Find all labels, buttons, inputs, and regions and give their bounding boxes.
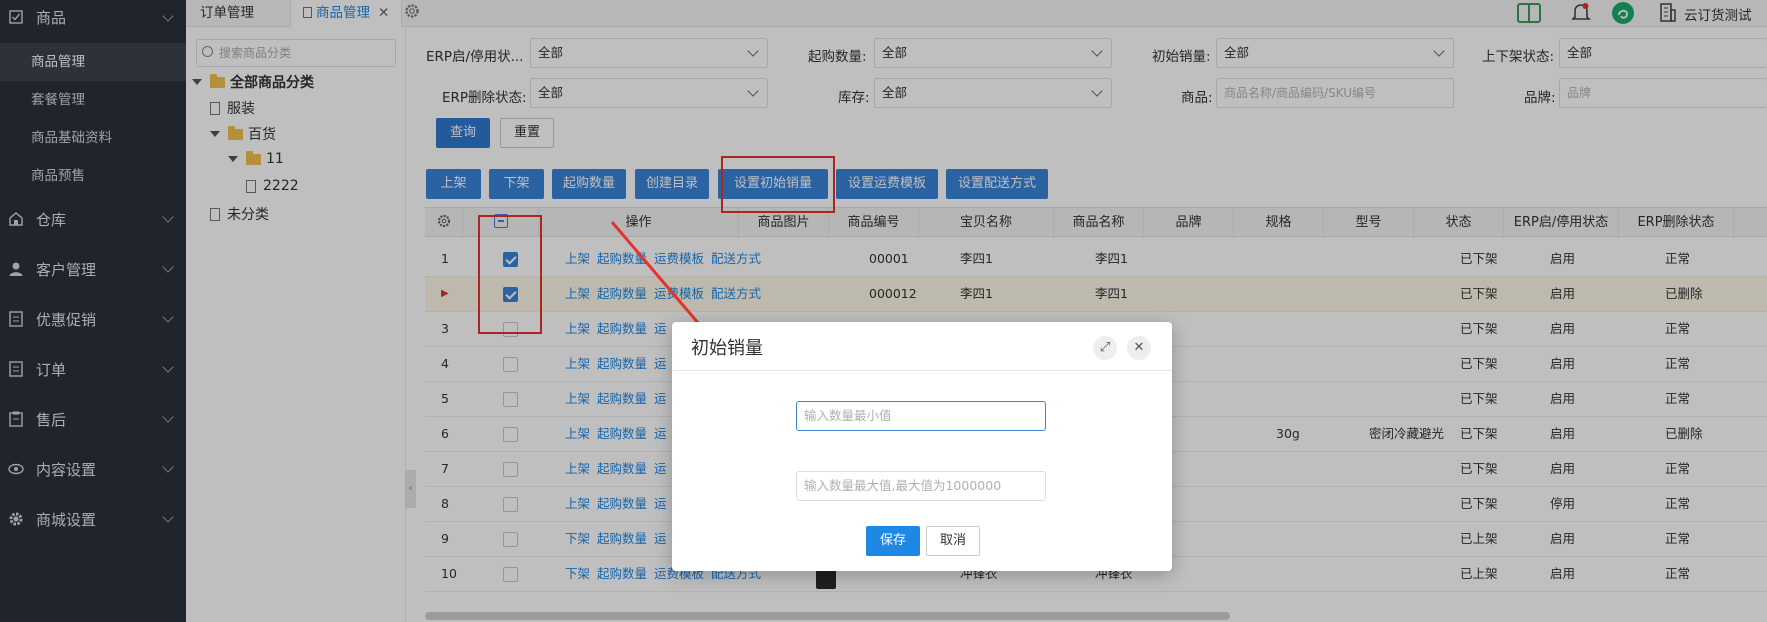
close-icon[interactable]: ✕	[1127, 336, 1151, 360]
maximize-icon[interactable]: ⤢	[1093, 336, 1117, 360]
dialog-title: 初始销量	[691, 338, 763, 359]
save-button[interactable]: 保存	[866, 526, 920, 556]
cancel-button[interactable]: 取消	[926, 526, 980, 556]
max-value-input[interactable]: 输入数量最大值,最大值为1000000	[796, 471, 1046, 501]
min-value-input[interactable]: 输入数量最小值	[796, 401, 1046, 431]
initial-sales-dialog: 初始销量 ⤢ ✕ 输入数量最小值 输入数量最大值,最大值为1000000 保存 …	[672, 322, 1172, 571]
dialog-divider	[672, 370, 1172, 371]
